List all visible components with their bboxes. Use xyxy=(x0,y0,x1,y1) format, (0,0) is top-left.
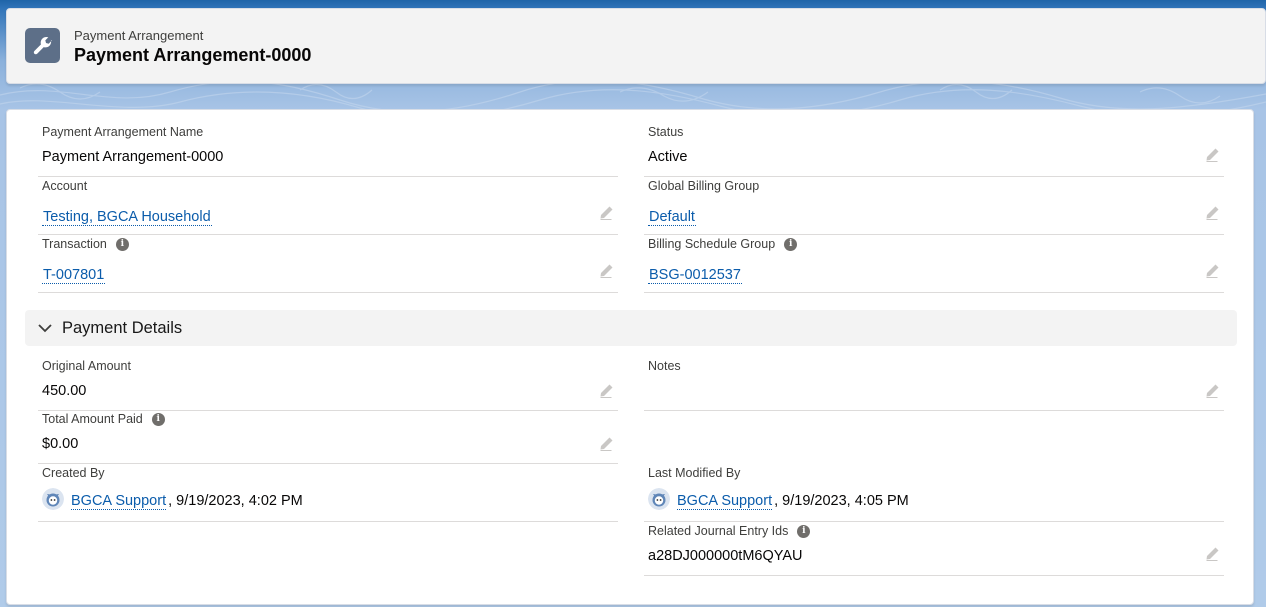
chevron-down-icon xyxy=(38,324,52,333)
field-last-modified-by: Last Modified By BGCA Support , 9/19/202… xyxy=(644,464,1224,522)
field-label: Original Amount xyxy=(42,359,131,373)
field-global-billing-group: Global Billing Group Default xyxy=(644,177,1224,235)
record-header: Payment Arrangement Payment Arrangement-… xyxy=(6,8,1266,84)
field-original-amount: Original Amount 450.00 xyxy=(38,357,618,411)
avatar xyxy=(648,488,670,510)
edit-total-amount-paid-pencil-icon[interactable] xyxy=(598,436,614,452)
field-value-wrap: T-007801 xyxy=(42,267,106,284)
field-label: Notes xyxy=(648,359,681,373)
field-label: Transaction xyxy=(42,237,107,251)
edit-status-pencil-icon[interactable] xyxy=(1204,147,1220,163)
field-value-wrap: BGCA Support , 9/19/2023, 4:05 PM xyxy=(648,488,909,510)
edit-billing-schedule-group-pencil-icon[interactable] xyxy=(1204,263,1220,279)
billing-schedule-group-link[interactable]: BSG-0012537 xyxy=(648,267,742,284)
edit-related-journal-entry-ids-pencil-icon[interactable] xyxy=(1204,546,1220,562)
edit-global-billing-group-pencil-icon[interactable] xyxy=(1204,205,1220,221)
section-title: Payment Details xyxy=(62,318,183,337)
last-modified-by-user-link[interactable]: BGCA Support xyxy=(677,493,773,510)
field-label: Status xyxy=(648,125,684,139)
field-label: Account xyxy=(42,179,88,193)
edit-notes-pencil-icon[interactable] xyxy=(1204,383,1220,399)
info-icon[interactable]: i xyxy=(115,237,129,251)
info-icon[interactable]: i xyxy=(151,412,165,426)
field-status: Status Active xyxy=(644,123,1224,177)
section-toggle-payment-details[interactable]: Payment Details xyxy=(25,310,1237,346)
info-icon[interactable]: i xyxy=(797,524,811,538)
field-label: Created By xyxy=(42,466,105,480)
field-notes: Notes xyxy=(644,357,1224,411)
global-billing-group-link[interactable]: Default xyxy=(648,209,696,226)
record-detail-panel: Payment Arrangement Name Payment Arrange… xyxy=(6,109,1254,605)
field-billing-schedule-group: Billing Schedule Group i BSG-0012537 xyxy=(644,235,1224,293)
field-label-wrap: Billing Schedule Group i xyxy=(648,237,798,251)
edit-account-pencil-icon[interactable] xyxy=(598,205,614,221)
account-link[interactable]: Testing, BGCA Household xyxy=(42,209,212,226)
field-label: Billing Schedule Group xyxy=(648,237,776,251)
field-value: $0.00 xyxy=(42,436,79,452)
wrench-icon xyxy=(25,28,60,63)
avatar xyxy=(42,488,64,510)
created-by-user-link[interactable]: BGCA Support xyxy=(71,493,167,510)
field-value-wrap: BSG-0012537 xyxy=(648,267,742,284)
field-label: Total Amount Paid xyxy=(42,412,143,426)
field-value-wrap: BGCA Support , 9/19/2023, 4:02 PM xyxy=(42,488,303,510)
field-label: Last Modified By xyxy=(648,466,741,480)
info-icon[interactable]: i xyxy=(784,237,798,251)
created-date: , 9/19/2023, 4:02 PM xyxy=(168,493,303,509)
field-value-wrap: Default xyxy=(648,209,696,226)
field-label-wrap: Related Journal Entry Ids i xyxy=(648,524,811,538)
field-label: Payment Arrangement Name xyxy=(42,125,204,139)
last-modified-date: , 9/19/2023, 4:05 PM xyxy=(774,493,909,509)
field-label-wrap: Total Amount Paid i xyxy=(42,412,165,426)
field-label-wrap: Transaction i xyxy=(42,237,129,251)
transaction-link[interactable]: T-007801 xyxy=(42,267,106,284)
field-value-wrap: Testing, BGCA Household xyxy=(42,209,212,226)
field-total-amount-paid: Total Amount Paid i $0.00 xyxy=(38,410,618,464)
field-value: a28DJ000000tM6QYAU xyxy=(648,548,803,564)
field-label: Related Journal Entry Ids xyxy=(648,524,789,538)
field-account: Account Testing, BGCA Household xyxy=(38,177,618,235)
edit-transaction-pencil-icon[interactable] xyxy=(598,263,614,279)
object-type-label: Payment Arrangement xyxy=(74,28,204,43)
field-created-by: Created By BGCA Support , 9/19/2023, 4:0… xyxy=(38,464,618,522)
field-payment-arrangement-name: Payment Arrangement Name Payment Arrange… xyxy=(38,123,618,177)
field-related-journal-entry-ids: Related Journal Entry Ids i a28DJ000000t… xyxy=(644,522,1224,576)
edit-original-amount-pencil-icon[interactable] xyxy=(598,383,614,399)
field-value: Payment Arrangement-0000 xyxy=(42,149,224,165)
field-label: Global Billing Group xyxy=(648,179,760,193)
field-value: 450.00 xyxy=(42,383,87,399)
record-title: Payment Arrangement-0000 xyxy=(74,45,312,65)
field-transaction: Transaction i T-007801 xyxy=(38,235,618,293)
field-value: Active xyxy=(648,149,688,165)
